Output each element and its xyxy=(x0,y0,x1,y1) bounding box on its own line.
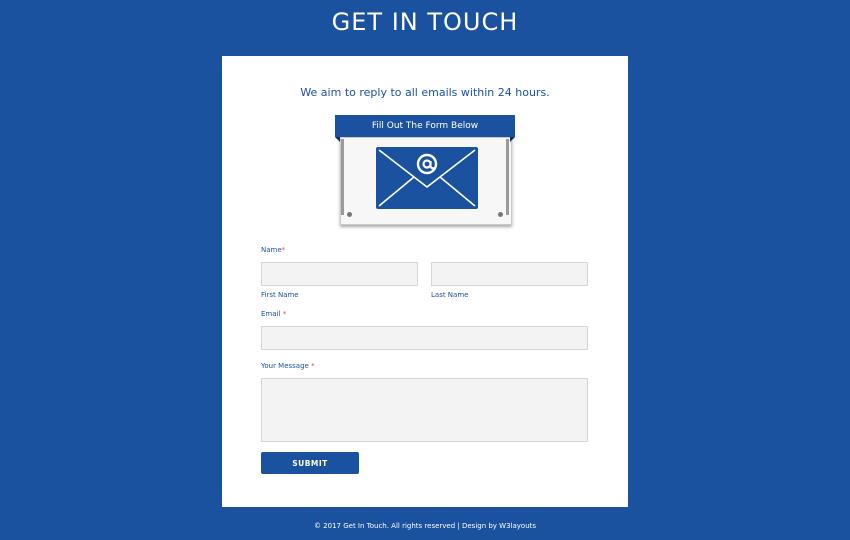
envelope-icon xyxy=(376,147,478,209)
required-mark: * xyxy=(311,362,315,370)
banner-fold-right xyxy=(510,137,515,142)
submit-button[interactable]: SUBMIT xyxy=(261,452,359,474)
email-input[interactable] xyxy=(261,326,588,350)
form-banner: Fill Out The Form Below xyxy=(335,115,515,137)
message-label: Your Message * xyxy=(261,362,315,370)
board-edge-left xyxy=(341,139,344,215)
email-label: Email * xyxy=(261,310,287,318)
first-name-caption: First Name xyxy=(261,291,299,299)
first-name-input[interactable] xyxy=(261,262,418,286)
required-mark: * xyxy=(281,246,286,254)
page-title: GET IN TOUCH xyxy=(331,8,519,36)
tagline: We aim to reply to all emails within 24 … xyxy=(300,86,550,99)
footer-copyright: © 2017 Get In Touch. All rights reserved… xyxy=(313,522,537,530)
screw-icon xyxy=(498,212,503,217)
required-mark: * xyxy=(282,310,287,318)
message-textarea[interactable] xyxy=(261,378,588,442)
last-name-caption: Last Name xyxy=(431,291,469,299)
board-edge-right xyxy=(506,139,509,215)
screw-icon xyxy=(347,212,352,217)
contact-card: We aim to reply to all emails within 24 … xyxy=(222,56,628,507)
banner-fold-left xyxy=(335,137,340,142)
last-name-input[interactable] xyxy=(431,262,588,286)
name-label: Name* xyxy=(261,246,286,254)
